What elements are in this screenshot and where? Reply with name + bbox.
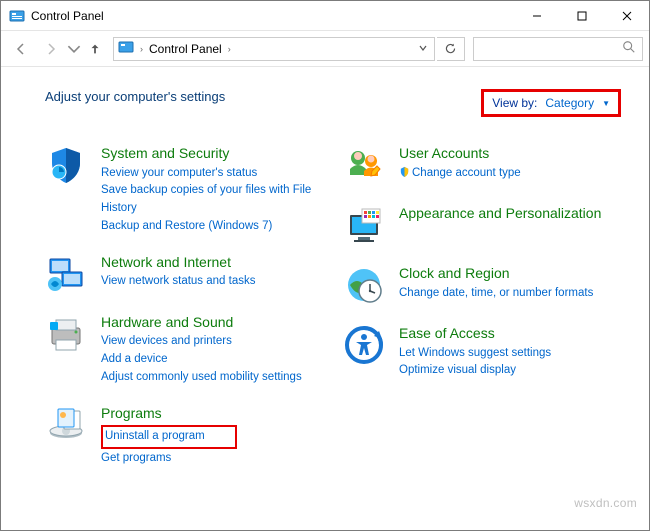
address-dropdown[interactable]	[416, 43, 430, 55]
category-clock-region: Clock and Region Change date, time, or n…	[343, 265, 621, 307]
programs-icon	[45, 405, 87, 447]
category-hardware-sound: Hardware and Sound View devices and prin…	[45, 314, 323, 387]
category-title[interactable]: Clock and Region	[399, 265, 621, 283]
search-icon	[622, 40, 636, 57]
category-link: Change account type	[399, 165, 621, 183]
printer-icon	[45, 314, 87, 356]
up-button[interactable]	[83, 37, 107, 61]
refresh-button[interactable]	[437, 37, 465, 61]
category-system-security: System and Security Review your computer…	[45, 145, 323, 236]
category-link[interactable]: Review your computer's status	[101, 165, 323, 183]
window-title: Control Panel	[31, 9, 104, 23]
address-bar[interactable]: › Control Panel ›	[113, 37, 435, 61]
category-link[interactable]: Save backup copies of your files with Fi…	[101, 182, 323, 218]
minimize-button[interactable]	[514, 1, 559, 31]
maximize-button[interactable]	[559, 1, 604, 31]
back-button[interactable]	[7, 35, 35, 63]
content-area: Adjust your computer's settings View by:…	[1, 67, 649, 496]
category-column-right: User Accounts Change account type Appear…	[343, 145, 621, 486]
close-button[interactable]	[604, 1, 649, 31]
forward-button[interactable]	[37, 35, 65, 63]
highlight-uninstall: Uninstall a program	[101, 425, 237, 449]
category-title[interactable]: Hardware and Sound	[101, 314, 323, 332]
breadcrumb-sep: ›	[228, 44, 231, 54]
search-input[interactable]	[473, 37, 643, 61]
view-by-selector[interactable]: View by: Category ▼	[481, 89, 621, 117]
category-link[interactable]: Add a device	[101, 351, 323, 369]
category-link[interactable]: View devices and printers	[101, 333, 323, 351]
category-title[interactable]: Appearance and Personalization	[399, 205, 621, 223]
category-link[interactable]: Change account type	[412, 167, 521, 179]
category-title[interactable]: Network and Internet	[101, 254, 323, 272]
breadcrumb-sep: ›	[140, 44, 143, 54]
category-title[interactable]: Ease of Access	[399, 325, 621, 343]
view-by-label: View by:	[492, 96, 537, 110]
appearance-icon	[343, 205, 385, 247]
category-link[interactable]: Change date, time, or number formats	[399, 285, 621, 303]
recent-locations-dropdown[interactable]	[67, 35, 81, 63]
control-panel-icon	[118, 39, 134, 58]
users-icon	[343, 145, 385, 187]
view-by-value: Category	[545, 96, 594, 110]
category-column-left: System and Security Review your computer…	[45, 145, 323, 486]
control-panel-icon	[9, 8, 25, 24]
category-link[interactable]: Adjust commonly used mobility settings	[101, 369, 323, 387]
category-user-accounts: User Accounts Change account type	[343, 145, 621, 187]
toolbar: › Control Panel ›	[1, 31, 649, 67]
page-heading: Adjust your computer's settings	[45, 89, 225, 104]
category-link[interactable]: Backup and Restore (Windows 7)	[101, 218, 323, 236]
network-icon	[45, 254, 87, 296]
category-appearance: Appearance and Personalization	[343, 205, 621, 247]
category-programs: Programs Uninstall a program Get program…	[45, 405, 323, 468]
category-link[interactable]: Get programs	[101, 450, 323, 468]
category-link[interactable]: Let Windows suggest settings	[399, 345, 621, 363]
breadcrumb-item[interactable]: Control Panel	[149, 42, 222, 56]
category-title[interactable]: System and Security	[101, 145, 323, 163]
shield-icon	[45, 145, 87, 187]
category-title[interactable]: User Accounts	[399, 145, 621, 163]
category-ease-of-access: Ease of Access Let Windows suggest setti…	[343, 325, 621, 380]
category-title[interactable]: Programs	[101, 405, 323, 423]
category-network-internet: Network and Internet View network status…	[45, 254, 323, 296]
chevron-down-icon: ▼	[602, 99, 610, 108]
category-link[interactable]: Optimize visual display	[399, 362, 621, 380]
clock-icon	[343, 265, 385, 307]
category-link[interactable]: View network status and tasks	[101, 273, 323, 291]
ease-of-access-icon	[343, 325, 385, 367]
titlebar: Control Panel	[1, 1, 649, 31]
category-link-uninstall[interactable]: Uninstall a program	[105, 430, 205, 442]
watermark: wsxdn.com	[574, 496, 637, 510]
